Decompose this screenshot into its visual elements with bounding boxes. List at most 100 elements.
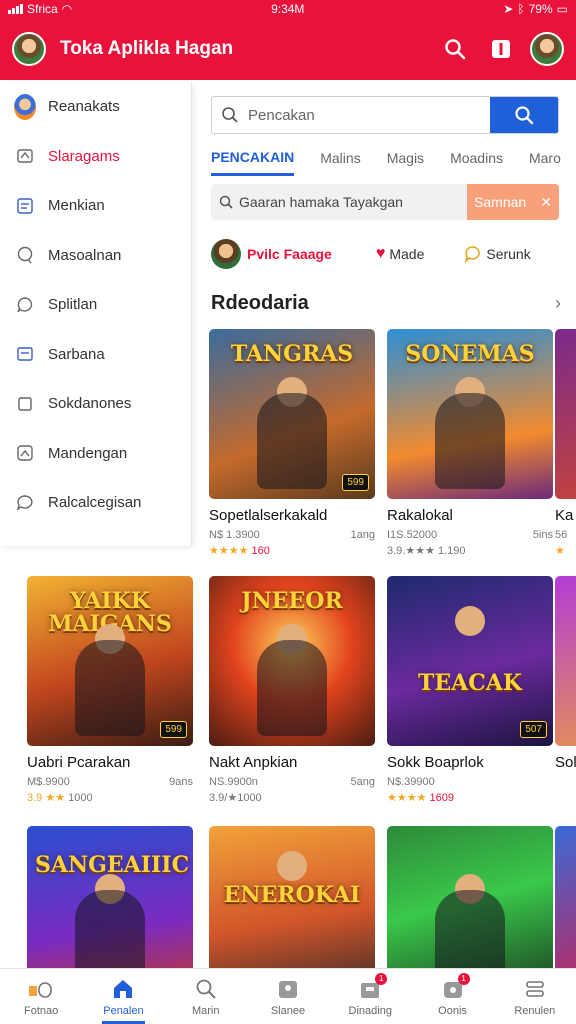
sidebar-item-sarbana[interactable]: Sarbana (0, 330, 191, 380)
status-bar: Sfrica ◠ 9:34M ➤ ᛒ 79% ▭ (0, 0, 576, 18)
search-input[interactable]: Pencakan (248, 107, 490, 124)
game-price: M$.9900 (27, 776, 70, 788)
bottom-navigation: Fotnao Penalen Marin Slanee 1 Dinading 1… (0, 968, 576, 1024)
game-title: Sol (555, 754, 576, 771)
nav-label: Fotnao (24, 1004, 59, 1017)
game-size: 9ans (169, 776, 193, 788)
tab-malins[interactable]: Malins (320, 140, 360, 176)
notification-badge: 1 (375, 972, 388, 985)
game-card[interactable]: TEACAK 507 Sokk Boaprlok N$.39900 ★★★★ 1… (387, 576, 553, 804)
sidebar-item-label: Sarbana (48, 345, 105, 363)
sidebar-item-label: Masoalnan (48, 246, 122, 264)
search-button[interactable] (438, 32, 472, 66)
app-title: Toka Aplikla Hagan (60, 38, 234, 59)
rating-count: 3.9.★★★ 1.190 (387, 545, 466, 557)
nav-slanee[interactable]: Slanee (247, 969, 329, 1024)
chevron-right-icon[interactable]: › (555, 293, 561, 314)
game-card[interactable]: Ka 56 ★ (555, 329, 576, 557)
suggestion-action-button[interactable]: Samnan ✕ (467, 184, 559, 220)
game-price: N$.39900 (387, 776, 435, 788)
sidebar-item-reanakats[interactable]: Reanakats (0, 82, 191, 132)
rating-count: 160 (251, 545, 270, 557)
profile-button[interactable] (530, 32, 564, 66)
sidebar-item-masoalnan[interactable]: Masoalnan (0, 231, 191, 281)
chat-icon (14, 244, 36, 266)
battery-icon: ▭ (556, 2, 568, 16)
status-time: 9:34M (271, 2, 305, 16)
nav-label: Slanee (270, 1004, 306, 1017)
rating-count: 1609 (429, 792, 454, 804)
notification-badge: 1 (457, 972, 470, 985)
game-price: N$ 1.3900 (209, 529, 260, 541)
search-suggestion[interactable]: Gaaran hamaka Tayakgan Samnan ✕ (211, 184, 559, 220)
nav-fotnao[interactable]: Fotnao (0, 969, 82, 1024)
game-logo: JNEEOR (241, 588, 343, 614)
nav-marin[interactable]: Marin (165, 969, 247, 1024)
game-cover-image (555, 329, 576, 499)
sidebar-item-label: Reanakats (48, 98, 120, 116)
signal-icon (8, 4, 23, 14)
nav-label: Renulen (514, 1004, 556, 1017)
game-title: Sopetlalserkakald (209, 507, 328, 524)
location-icon: ➤ (503, 2, 514, 16)
game-card[interactable]: JNEEOR Nakt Anpkian NS.9900n 5ang 3.9/★10… (209, 576, 375, 804)
filter-serunk[interactable]: Serunk (464, 245, 531, 263)
sidebar-item-label: Menkian (48, 197, 105, 215)
heart-icon: ♥ (375, 245, 386, 262)
document-icon (14, 343, 36, 365)
tab-pencakain[interactable]: PENCAKAIN (211, 140, 295, 176)
tab-maro[interactable]: Maro (529, 140, 561, 176)
close-icon[interactable]: ✕ (540, 194, 552, 211)
sidebar-item-splitlan[interactable]: Splitlan (0, 280, 191, 330)
sidebar-item-label: Splitlan (48, 296, 98, 314)
rating-stars: 3.9 ★★ (27, 792, 66, 804)
sidebar-item-label: Mandengan (48, 444, 128, 462)
avatar[interactable] (12, 32, 46, 66)
search-submit-button[interactable] (490, 97, 558, 133)
filter-label: Made (389, 246, 425, 262)
game-card[interactable]: YAIKK MAIGANS 599 Uabri Pcarakan M$.9900… (27, 576, 193, 804)
filter-label: Serunk (486, 246, 531, 262)
nav-penalen[interactable]: Penalen (82, 969, 164, 1024)
nav-renulen[interactable]: Renulen (494, 969, 576, 1024)
category-tabs: PENCAKAIN Malins Magis Moadins Maro (211, 140, 576, 176)
game-size: 5ins (532, 529, 553, 541)
search-bar: Pencakan (211, 96, 559, 134)
info-button[interactable] (484, 32, 518, 66)
search-icon (445, 39, 466, 60)
search-icon (219, 195, 233, 209)
nav-label: Marin (191, 1004, 220, 1017)
game-size: 5ang (350, 776, 375, 788)
search-icon (212, 106, 248, 124)
nav-dinading[interactable]: 1 Dinading (329, 969, 411, 1024)
sidebar-item-slaragams[interactable]: Slaragams (0, 132, 191, 182)
sidebar-item-menkian[interactable]: Menkian (0, 181, 191, 231)
game-title: Sokk Boaprlok (387, 754, 484, 771)
nav-label: Oonis (438, 1004, 467, 1017)
rating-badge: 599 (342, 474, 369, 491)
filter-made[interactable]: ♥ Made (376, 245, 425, 263)
tab-moadins[interactable]: Moadins (450, 140, 503, 176)
filter-profile[interactable]: Pvilc Faaage (247, 246, 332, 262)
game-card[interactable]: TANGRAS 599 Sopetlalserkakald N$ 1.3900 1… (209, 329, 375, 557)
chat-icon (465, 246, 481, 263)
chat-bubble-icon (14, 294, 36, 316)
bell-icon: 1 (440, 972, 470, 1001)
rating-badge: 599 (160, 721, 187, 738)
gift-icon (275, 977, 301, 1001)
rating-stars: ★★★★ (209, 545, 249, 557)
list-icon (14, 195, 36, 217)
suggestion-text: Gaaran hamaka Tayakgan (239, 194, 403, 210)
nav-oonis[interactable]: 1 Oonis (411, 969, 493, 1024)
game-card[interactable]: Sol (555, 576, 576, 771)
game-card[interactable]: SONEMAS Rakalokal I1S.52000 5ins 3.9.★★★ … (387, 329, 553, 557)
game-logo: SONEMAS (405, 341, 535, 367)
game-title: Rakalokal (387, 507, 453, 524)
rating-badge: 507 (520, 721, 547, 738)
tab-magis[interactable]: Magis (387, 140, 424, 176)
sidebar-item-mandengan[interactable]: Mandengan (0, 429, 191, 479)
sidebar-item-sokdanones[interactable]: Sokdanones (0, 379, 191, 429)
game-cover-image: YAIKK MAIGANS 599 (27, 576, 193, 746)
sidebar-item-ralcalcegisan[interactable]: Ralcalcegisan (0, 478, 191, 528)
image-icon (14, 442, 36, 464)
